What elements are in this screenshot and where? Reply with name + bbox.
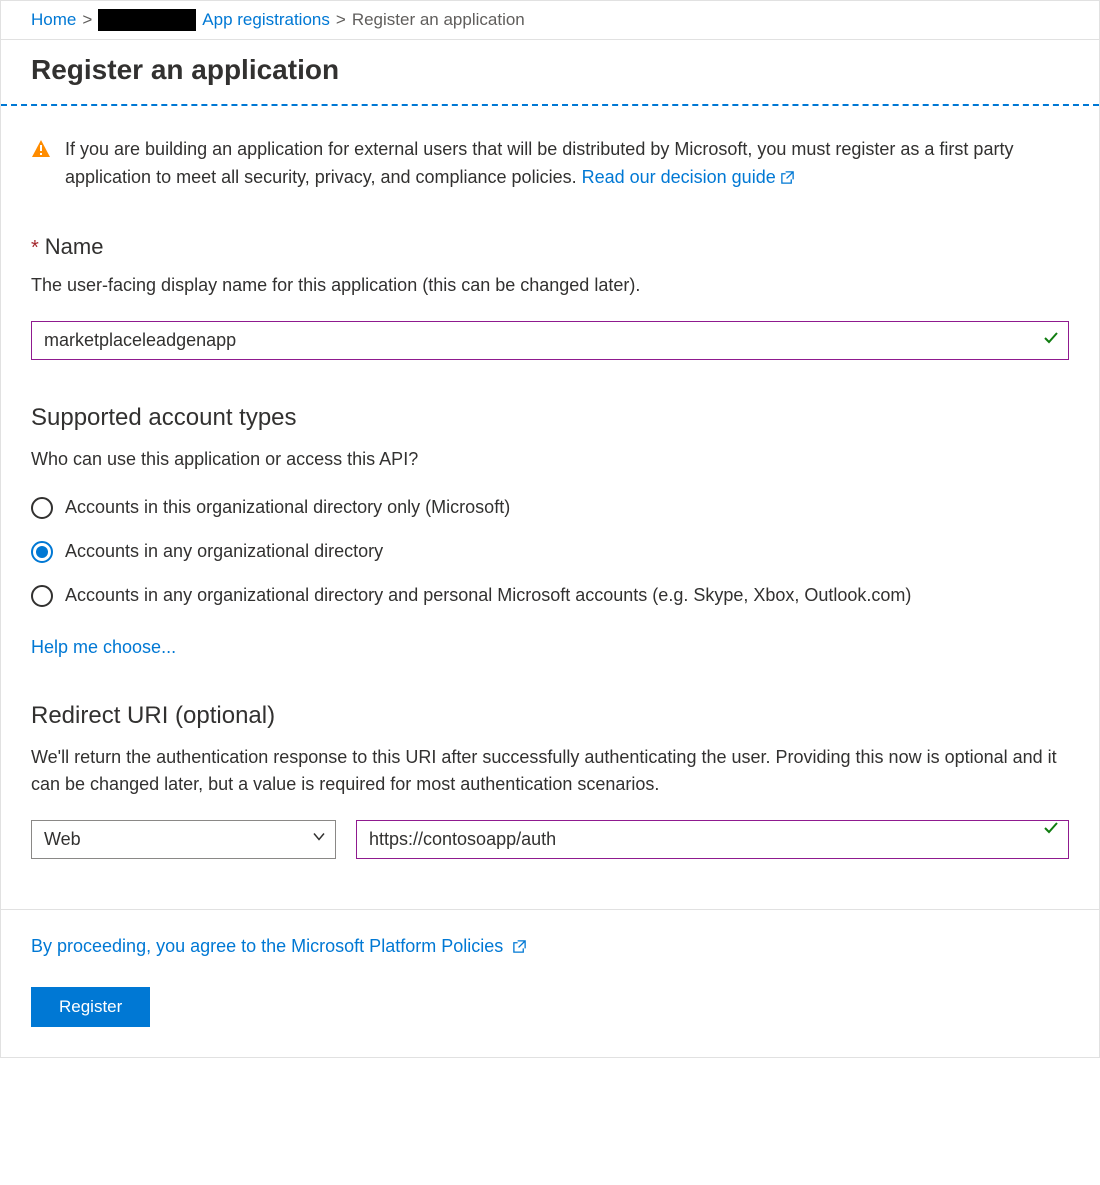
redirect-uri-input[interactable]: [356, 820, 1069, 859]
breadcrumb-separator: >: [82, 10, 92, 30]
account-types-section: Supported account types Who can use this…: [31, 404, 1069, 658]
radio-option-multi-tenant-personal[interactable]: Accounts in any organizational directory…: [31, 585, 1069, 607]
breadcrumb: Home > App registrations > Register an a…: [1, 1, 1099, 40]
redirect-uri-heading: Redirect URI (optional): [31, 702, 1069, 730]
page-header: Register an application: [1, 40, 1099, 106]
breadcrumb-separator: >: [336, 10, 346, 30]
external-link-icon: [780, 169, 795, 189]
breadcrumb-app-registrations[interactable]: App registrations: [202, 10, 330, 30]
page-title: Register an application: [31, 54, 1069, 86]
register-button[interactable]: Register: [31, 987, 150, 1027]
breadcrumb-redacted: [98, 9, 196, 31]
platform-policies-link[interactable]: By proceeding, you agree to the Microsof…: [31, 936, 527, 956]
radio-icon: [31, 585, 53, 607]
check-icon: [1043, 820, 1059, 841]
radio-label: Accounts in this organizational director…: [65, 497, 510, 518]
breadcrumb-home[interactable]: Home: [31, 10, 76, 30]
account-types-heading: Supported account types: [31, 404, 1069, 432]
redirect-uri-type-select[interactable]: Web: [31, 820, 336, 859]
name-section: * Name The user-facing display name for …: [31, 234, 1069, 360]
radio-icon: [31, 541, 53, 563]
decision-guide-link[interactable]: Read our decision guide: [582, 167, 795, 187]
required-indicator: *: [31, 237, 39, 260]
name-description: The user-facing display name for this ap…: [31, 272, 1069, 299]
redirect-uri-section: Redirect URI (optional) We'll return the…: [31, 702, 1069, 859]
radio-option-single-tenant[interactable]: Accounts in this organizational director…: [31, 497, 1069, 519]
radio-label: Accounts in any organizational directory…: [65, 585, 911, 606]
footer: By proceeding, you agree to the Microsof…: [1, 909, 1099, 1057]
radio-icon: [31, 497, 53, 519]
account-types-description: Who can use this application or access t…: [31, 446, 1069, 473]
warning-icon: [31, 139, 51, 164]
breadcrumb-current: Register an application: [352, 10, 525, 30]
check-icon: [1043, 330, 1059, 351]
radio-option-multi-tenant[interactable]: Accounts in any organizational directory: [31, 541, 1069, 563]
account-types-radio-group: Accounts in this organizational director…: [31, 497, 1069, 607]
warning-alert: If you are building an application for e…: [31, 136, 1069, 194]
radio-label: Accounts in any organizational directory: [65, 541, 383, 562]
help-me-choose-link[interactable]: Help me choose...: [31, 637, 176, 658]
alert-text: If you are building an application for e…: [65, 136, 1069, 194]
external-link-icon: [512, 938, 527, 958]
redirect-uri-description: We'll return the authentication response…: [31, 744, 1069, 798]
name-input[interactable]: [31, 321, 1069, 360]
name-label: * Name: [31, 234, 1069, 260]
